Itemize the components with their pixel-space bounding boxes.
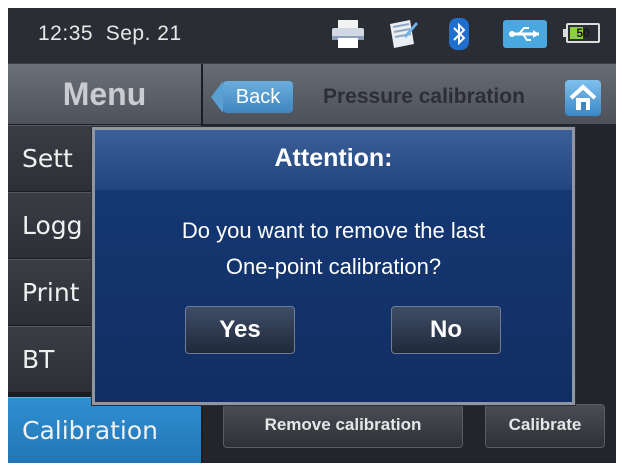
bluetooth-icon: [449, 18, 469, 54]
menu-item-label: Logg: [22, 211, 83, 240]
header-bar: Back Pressure calibration: [203, 64, 616, 124]
menu-item-calibration[interactable]: Calibration: [8, 397, 201, 463]
back-button[interactable]: Back: [211, 81, 293, 113]
no-button[interactable]: No: [391, 306, 501, 354]
page-title: Pressure calibration: [323, 85, 525, 108]
battery-indicator: 50: [563, 23, 600, 43]
remove-calibration-button[interactable]: Remove calibration: [223, 404, 463, 448]
menu-item-label: Sett: [22, 144, 73, 173]
home-icon: [565, 84, 601, 120]
battery-text: 50: [576, 26, 590, 40]
dialog-message-line2: One-point calibration?: [225, 254, 442, 279]
usb-icon: [503, 18, 547, 54]
menu-title: Menu: [8, 64, 201, 124]
yes-button[interactable]: Yes: [185, 306, 295, 354]
dialog-title: Attention:: [274, 144, 393, 172]
status-date: Sep. 21: [105, 22, 182, 45]
menu-item-label: BT: [22, 345, 55, 374]
confirm-dialog: Attention: Do you want to remove the las…: [92, 127, 575, 405]
menu-item-label: Print: [22, 278, 80, 307]
status-datetime: 12:35 Sep. 21: [38, 22, 182, 46]
menu-item-label: Calibration: [22, 416, 159, 445]
calibrate-button[interactable]: Calibrate: [485, 404, 605, 448]
home-button[interactable]: [565, 80, 601, 116]
printer-icon: [330, 18, 366, 54]
dialog-message-line1: Do you want to remove the last: [181, 218, 486, 243]
device-screen: 12:35 Sep. 21 50 Menu Sett Logg Print BT…: [8, 8, 616, 463]
status-bar: 12:35 Sep. 21 50: [8, 8, 616, 64]
notepad-icon: [386, 18, 418, 54]
status-time: 12:35: [38, 22, 94, 45]
